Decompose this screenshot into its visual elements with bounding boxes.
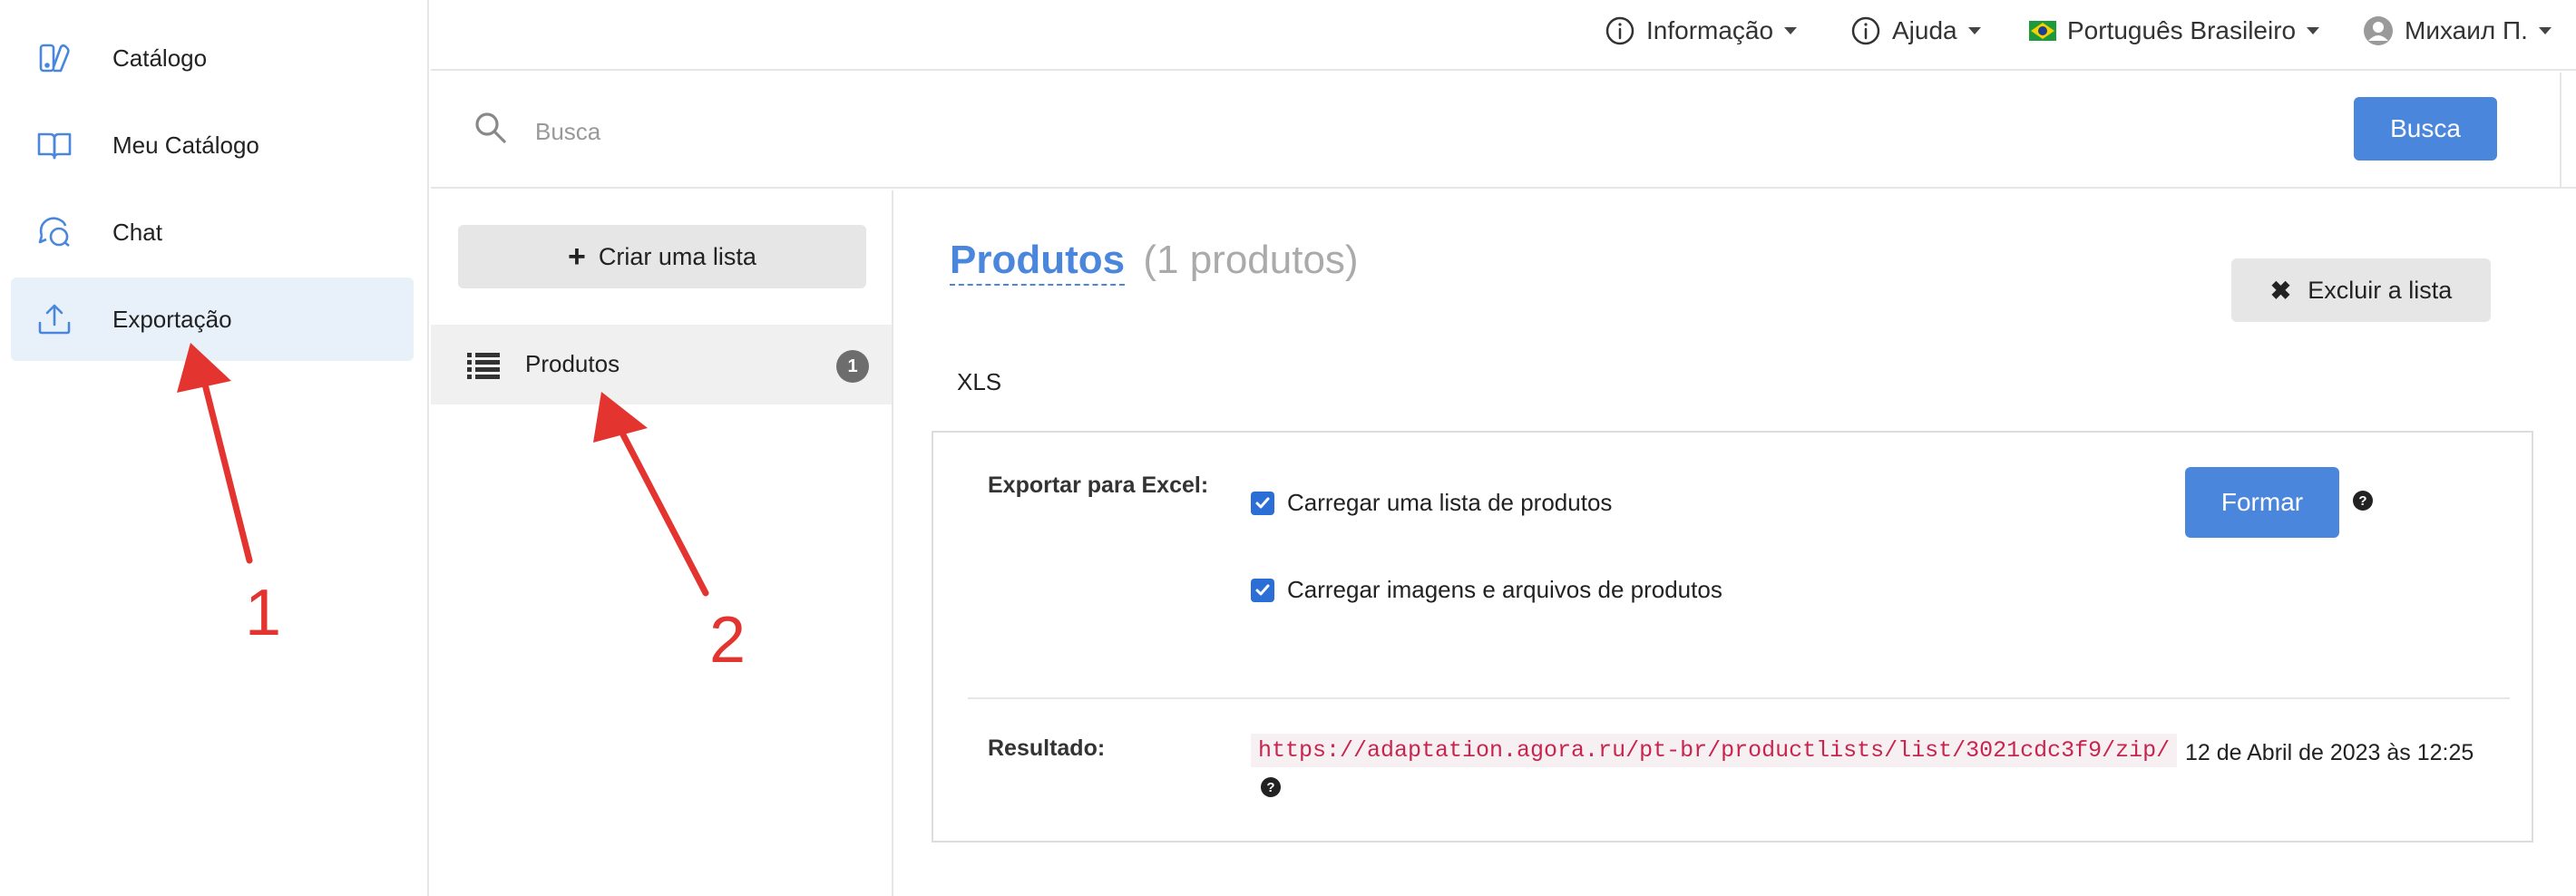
create-list-label: Criar uma lista	[598, 242, 756, 270]
divider	[968, 697, 2510, 699]
chat-icon	[36, 214, 73, 250]
user-name: Михаил П.	[2405, 16, 2528, 44]
close-icon: ✖	[2269, 276, 2292, 305]
brazil-flag-icon	[2029, 21, 2056, 41]
delete-list-button[interactable]: ✖ Excluir a lista	[2231, 258, 2491, 322]
help-icon[interactable]: ?	[1261, 777, 1281, 797]
list-icon	[467, 353, 500, 379]
export-panel: Exportar para Excel: Carregar uma lista …	[932, 431, 2533, 842]
info-icon	[1605, 16, 1634, 45]
export-label: Exportar para Excel:	[988, 472, 1209, 498]
chevron-down-icon	[2538, 27, 2552, 34]
form-button[interactable]: Formar	[2185, 467, 2339, 538]
chevron-down-icon	[1784, 27, 1798, 34]
chevron-down-icon	[1967, 27, 1981, 34]
sidebar-item-my-catalog[interactable]: Meu Catálogo	[11, 103, 414, 187]
search-button[interactable]: Busca	[2354, 97, 2497, 161]
list-title-link[interactable]: Produtos	[950, 238, 1126, 286]
sidebar-item-catalog[interactable]: Catálogo	[11, 16, 414, 100]
catalog-icon	[36, 40, 73, 76]
annotation-marker-2: 2	[709, 604, 746, 677]
sidebar: Catálogo Meu Catálogo Chat Exportação	[0, 0, 429, 896]
option-product-list[interactable]: Carregar uma lista de produtos	[1251, 489, 1612, 517]
top-bar: Informação Ajuda Português Brasileiro Ми…	[431, 0, 2576, 71]
result-label: Resultado:	[988, 735, 1106, 761]
book-icon	[36, 127, 73, 163]
help-icon[interactable]: ?	[2353, 491, 2373, 511]
info-icon	[1851, 16, 1880, 45]
result-date: 12 de Abril de 2023 às 12:25	[2185, 740, 2474, 765]
lists-panel: + Criar uma lista Produtos 1	[431, 190, 893, 896]
search-bar: Busca	[431, 73, 2576, 189]
language-label: Português Brasileiro	[2067, 16, 2297, 44]
sidebar-item-label: Meu Catálogo	[112, 131, 259, 159]
checkbox-images-files[interactable]	[1251, 578, 1274, 602]
tab-xls[interactable]: XLS	[957, 368, 1001, 396]
checkbox-product-list[interactable]	[1251, 491, 1274, 515]
option-label: Carregar uma lista de produtos	[1287, 489, 1613, 516]
main-content: Produtos (1 produtos) ✖ Excluir a lista …	[895, 190, 2576, 896]
help-menu[interactable]: Ajuda	[1850, 0, 1981, 62]
language-menu[interactable]: Português Brasileiro	[2029, 0, 2320, 62]
option-label: Carregar imagens e arquivos de produtos	[1287, 576, 1722, 603]
sidebar-item-export[interactable]: Exportação	[11, 278, 414, 361]
result-link[interactable]: https://adaptation.agora.ru/pt-br/produc…	[1251, 734, 2178, 767]
sidebar-item-label: Chat	[112, 218, 162, 246]
annotation-marker-1: 1	[245, 577, 282, 649]
sidebar-item-chat[interactable]: Chat	[11, 190, 414, 274]
avatar-icon	[2364, 16, 2393, 45]
plus-icon: +	[568, 239, 586, 274]
list-item[interactable]: Produtos 1	[431, 325, 892, 404]
info-menu[interactable]: Informação	[1605, 0, 1798, 62]
search-icon	[475, 112, 506, 143]
info-menu-label: Informação	[1646, 16, 1774, 44]
list-count: (1 produtos)	[1143, 238, 1359, 282]
upload-icon	[36, 301, 73, 337]
count-badge: 1	[836, 350, 869, 383]
chevron-down-icon	[2307, 27, 2320, 34]
option-images-files[interactable]: Carregar imagens e arquivos de produtos	[1251, 576, 1722, 604]
list-item-label: Produtos	[525, 350, 620, 377]
sidebar-item-label: Exportação	[112, 305, 232, 333]
user-menu[interactable]: Михаил П.	[2363, 0, 2552, 62]
divider	[2560, 73, 2561, 189]
page-title: Produtos (1 produtos)	[950, 238, 1359, 286]
help-menu-label: Ajuda	[1892, 16, 1957, 44]
sidebar-item-label: Catálogo	[112, 44, 208, 72]
delete-list-label: Excluir a lista	[2308, 276, 2453, 304]
search-input[interactable]	[535, 109, 2259, 154]
create-list-button[interactable]: + Criar uma lista	[458, 225, 866, 288]
